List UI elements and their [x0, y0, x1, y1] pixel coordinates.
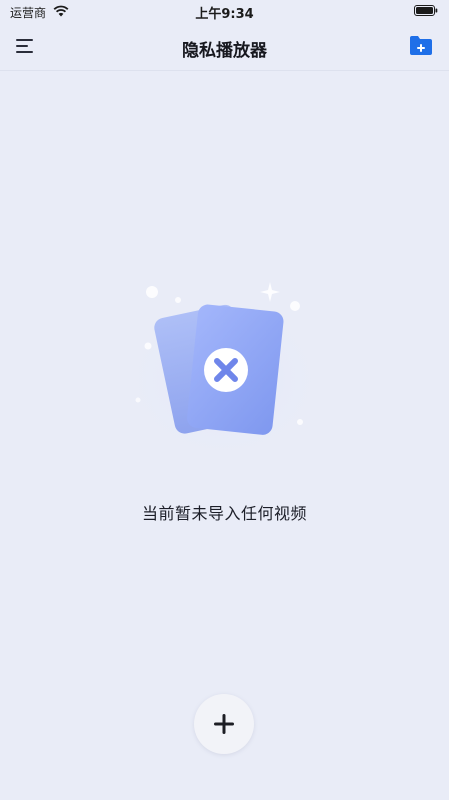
add-video-button[interactable]	[194, 694, 254, 754]
app-header: 隐私播放器	[0, 24, 449, 70]
clock: 上午9:34	[195, 7, 254, 22]
status-bar: 运营商 上午9:34	[0, 0, 449, 24]
folder-add-icon[interactable]	[409, 34, 433, 56]
battery-icon	[414, 5, 438, 16]
header-divider	[0, 70, 449, 71]
plus-icon	[214, 714, 234, 734]
empty-cards-icon	[129, 282, 319, 454]
empty-state-message: 当前暂未导入任何视频	[141, 504, 307, 523]
page-title: 隐私播放器	[182, 41, 267, 61]
